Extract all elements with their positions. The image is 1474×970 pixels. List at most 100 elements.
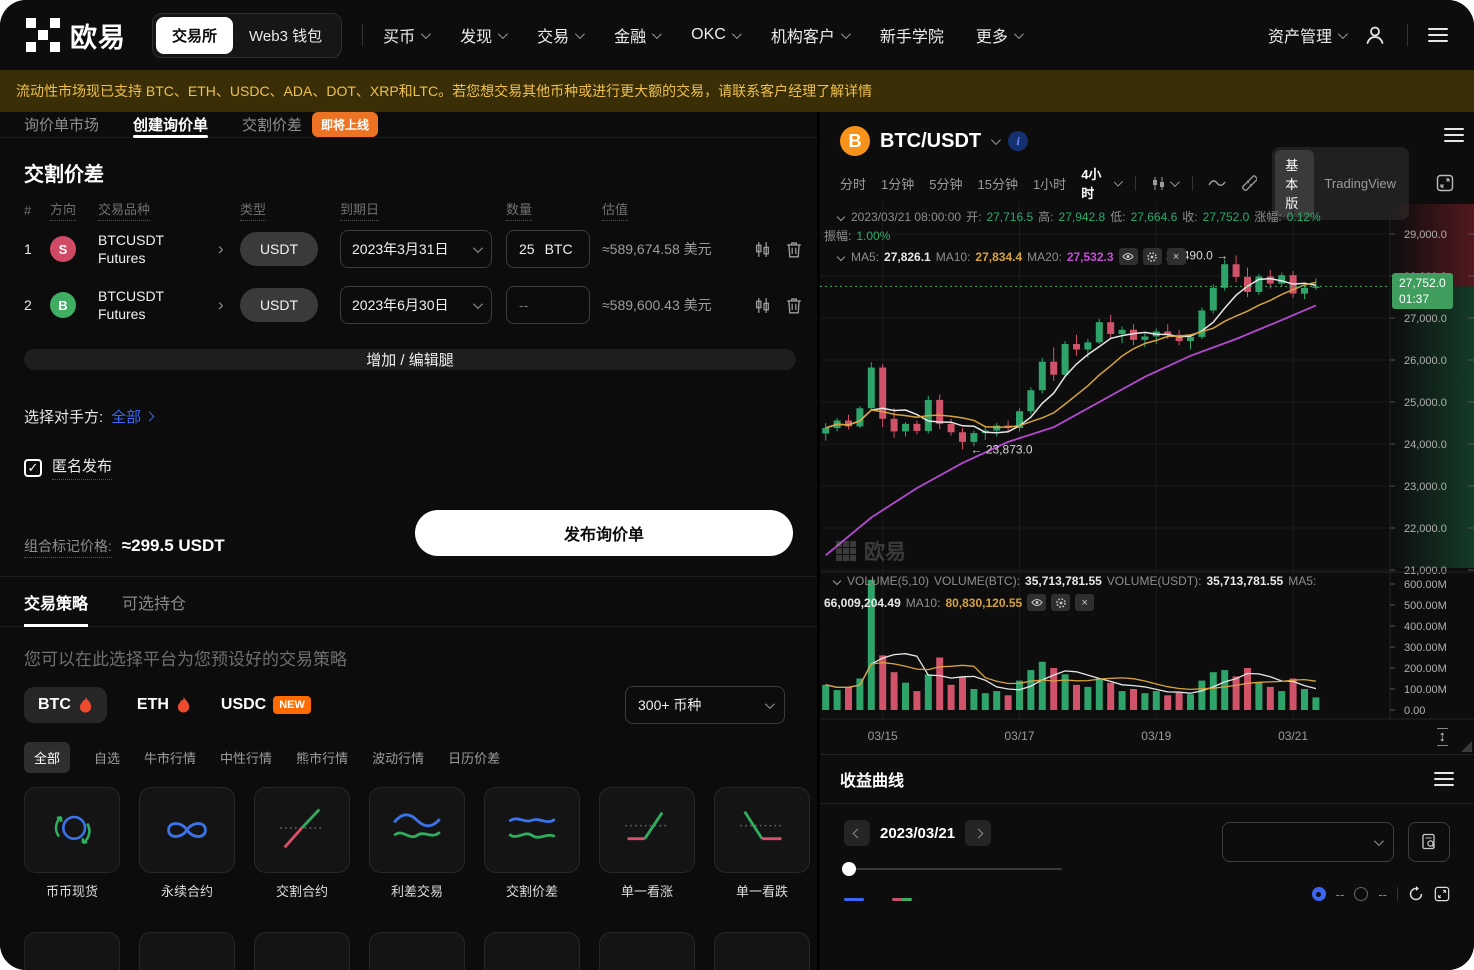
coin-label: BTC xyxy=(38,696,71,714)
delete-leg-icon[interactable] xyxy=(780,241,808,258)
nav-item-3[interactable]: 金融 xyxy=(614,23,659,47)
quantity-input[interactable]: 25BTC xyxy=(506,230,590,268)
delete-leg-icon[interactable] xyxy=(780,297,808,314)
strategy-card-put-payoff[interactable] xyxy=(714,787,810,873)
anonymous-checkbox[interactable]: ✓ xyxy=(24,459,42,477)
view-chart-icon[interactable] xyxy=(744,241,780,258)
strategy-tab-0[interactable]: 交易策略 xyxy=(24,577,88,626)
refresh-icon[interactable] xyxy=(1408,886,1424,902)
toggle-web3-wallet[interactable]: Web3 钱包 xyxy=(233,17,338,54)
nav-item-4[interactable]: OKC xyxy=(691,26,739,44)
strategy-card[interactable] xyxy=(714,932,810,970)
strategy-card[interactable] xyxy=(24,932,120,970)
next-date-button[interactable] xyxy=(965,820,991,846)
strategy-card[interactable] xyxy=(484,932,580,970)
expiry-select[interactable]: 2023年6月30日 xyxy=(340,286,492,324)
add-edit-leg-button[interactable]: 增加 / 编辑腿 xyxy=(24,349,796,370)
type-pill[interactable]: USDT xyxy=(240,288,318,322)
close-icon[interactable]: × xyxy=(1075,594,1094,611)
nav-item-asset-management[interactable]: 资产管理 xyxy=(1268,23,1345,47)
expand-icon[interactable] xyxy=(1434,886,1450,902)
filter-chip-6[interactable]: 日历价差 xyxy=(448,748,500,767)
filter-chip-5[interactable]: 波动行情 xyxy=(372,748,424,767)
strategy-card[interactable] xyxy=(369,932,465,970)
close-icon[interactable]: × xyxy=(1167,248,1186,265)
timeframe-2[interactable]: 5分钟 xyxy=(929,174,962,193)
filter-chip-4[interactable]: 熊市行情 xyxy=(296,748,348,767)
slider-thumb[interactable] xyxy=(842,862,856,876)
coin-count-dropdown[interactable]: 300+ 币种 xyxy=(625,686,785,724)
rfq-tab-2[interactable]: 交割价差即将上线 xyxy=(242,112,378,137)
timeframe-0[interactable]: 分时 xyxy=(840,174,866,193)
info-icon[interactable]: i xyxy=(1008,131,1028,151)
strategy-select-dropdown[interactable] xyxy=(1222,822,1394,862)
filter-chip-2[interactable]: 牛市行情 xyxy=(144,748,196,767)
profit-settings-icon[interactable] xyxy=(1434,772,1454,786)
eye-icon[interactable] xyxy=(1119,248,1138,265)
nav-item-7[interactable]: 更多 xyxy=(976,23,1021,47)
coin-filter-btc[interactable]: BTC xyxy=(24,687,107,723)
strategy-card-carry-waves[interactable] xyxy=(369,787,465,873)
collapse-caret-icon[interactable] xyxy=(837,212,845,220)
nav-item-5[interactable]: 机构客户 xyxy=(771,23,848,47)
collapse-caret-icon[interactable] xyxy=(833,577,841,585)
radio-unselected[interactable] xyxy=(1354,887,1368,901)
strategy-tab-1[interactable]: 可选持仓 xyxy=(122,577,186,626)
line-overlay-icon[interactable] xyxy=(1208,177,1226,189)
strategy-card[interactable] xyxy=(254,932,350,970)
timeframe-4[interactable]: 1小时 xyxy=(1033,174,1066,193)
chevron-right-icon[interactable]: › xyxy=(216,239,240,259)
axis-scale-icon[interactable]: ↕ xyxy=(1437,728,1449,747)
strategy-card[interactable] xyxy=(599,932,695,970)
rfq-tab-0[interactable]: 询价单市场 xyxy=(24,112,99,137)
eye-icon[interactable] xyxy=(1027,594,1046,611)
nav-item-1[interactable]: 发现 xyxy=(460,23,505,47)
strategy-card-spread-waves[interactable] xyxy=(484,787,580,873)
pair-title[interactable]: BTC/USDT xyxy=(880,130,981,153)
nav-item-6[interactable]: 新手学院 xyxy=(880,23,944,47)
coin-filter-eth[interactable]: ETH xyxy=(137,696,191,714)
chevron-down-icon[interactable] xyxy=(991,135,1001,145)
strategy-card-call-payoff[interactable] xyxy=(599,787,695,873)
counterparty-all-link[interactable]: 全部 xyxy=(111,406,153,427)
timeframe-active[interactable]: 4小时 xyxy=(1081,164,1120,202)
type-pill[interactable]: USDT xyxy=(240,232,318,266)
okx-logo[interactable]: 欧易 xyxy=(26,16,126,55)
toggle-exchange[interactable]: 交易所 xyxy=(156,17,233,54)
timeframe-3[interactable]: 15分钟 xyxy=(977,174,1017,193)
collapse-caret-icon[interactable] xyxy=(837,252,845,260)
candle-style-icon[interactable] xyxy=(1151,176,1177,191)
strategy-card[interactable] xyxy=(139,932,235,970)
nav-item-2[interactable]: 交易 xyxy=(537,23,582,47)
strategy-card-spot-cycle[interactable] xyxy=(24,787,120,873)
radio-selected[interactable] xyxy=(1312,887,1326,901)
prev-date-button[interactable] xyxy=(844,820,870,846)
gear-icon[interactable] xyxy=(1051,594,1070,611)
view-tradingview-tab[interactable]: TradingView xyxy=(1314,171,1406,196)
resize-corner[interactable] xyxy=(1461,741,1472,752)
expiry-select[interactable]: 2023年3月31日 xyxy=(340,230,492,268)
candlestick-chart[interactable]: 21,000.022,000.023,000.024,000.025,000.0… xyxy=(820,202,1474,754)
fullscreen-icon[interactable] xyxy=(1436,174,1454,192)
hamburger-menu-icon[interactable] xyxy=(1428,28,1448,42)
strategy-card-infinity[interactable] xyxy=(139,787,235,873)
chart-settings-icon[interactable] xyxy=(1444,128,1464,142)
publish-rfq-button[interactable]: 发布询价单 xyxy=(415,510,793,556)
coin-filter-usdc[interactable]: USDCNEW xyxy=(221,696,311,714)
rfq-tab-1[interactable]: 创建询价单 xyxy=(133,112,208,137)
gear-icon[interactable] xyxy=(1143,248,1162,265)
filter-chip-1[interactable]: 自选 xyxy=(94,748,120,767)
date-slider[interactable] xyxy=(844,868,1062,870)
nav-item-0[interactable]: 买币 xyxy=(383,23,428,47)
strategy-card-futures-line[interactable] xyxy=(254,787,350,873)
filter-chip-3[interactable]: 中性行情 xyxy=(220,748,272,767)
view-chart-icon[interactable] xyxy=(744,297,780,314)
row-index: 1 xyxy=(24,241,50,257)
chevron-right-icon[interactable]: › xyxy=(216,295,240,315)
search-order-button[interactable] xyxy=(1408,822,1450,862)
filter-chip-0[interactable]: 全部 xyxy=(24,742,70,773)
drawing-tools-icon[interactable] xyxy=(1241,175,1257,191)
quantity-input[interactable]: -- xyxy=(506,286,590,324)
timeframe-1[interactable]: 1分钟 xyxy=(881,174,914,193)
user-account-icon[interactable] xyxy=(1363,23,1387,47)
